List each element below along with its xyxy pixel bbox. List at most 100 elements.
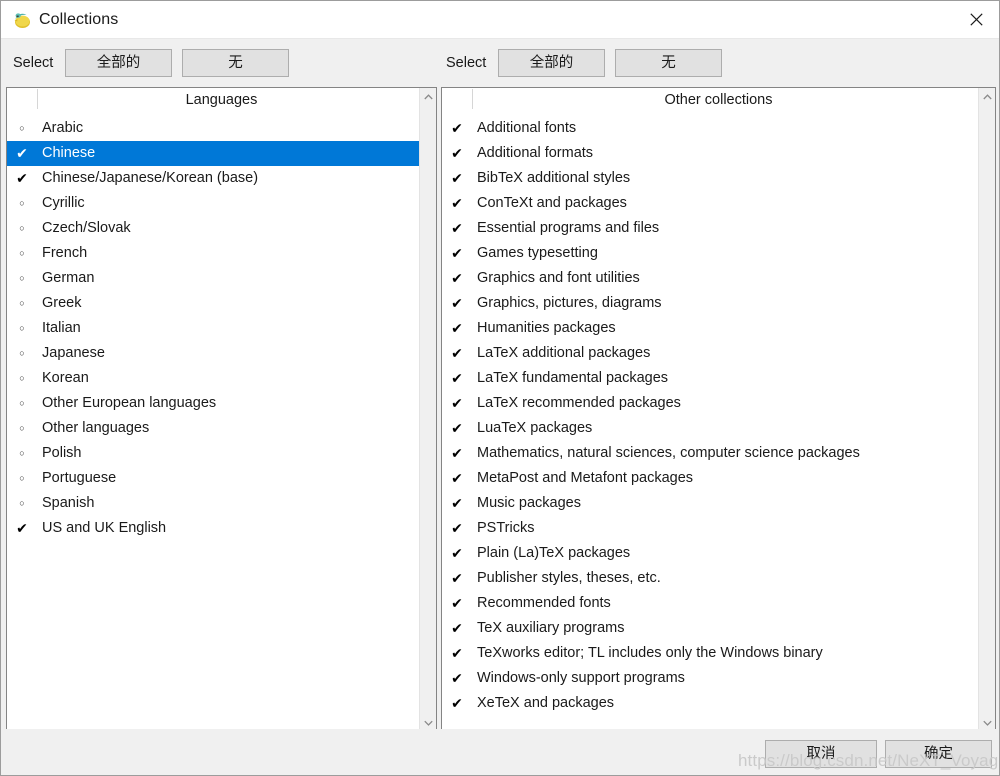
checked-icon[interactable]: ✔ [442, 441, 472, 466]
list-item[interactable]: ○ Korean [7, 366, 419, 391]
list-item[interactable]: ✔ Games typesetting [442, 241, 978, 266]
checked-icon[interactable]: ✔ [442, 141, 472, 166]
list-item[interactable]: ✔ LaTeX fundamental packages [442, 366, 978, 391]
unchecked-icon[interactable]: ○ [7, 416, 37, 441]
unchecked-icon[interactable]: ○ [7, 341, 37, 366]
list-item[interactable]: ✔ PSTricks [442, 516, 978, 541]
list-item[interactable]: ○ French [7, 241, 419, 266]
list-item-label: Arabic [42, 120, 84, 136]
ok-button[interactable]: 确定 [885, 740, 992, 768]
list-item[interactable]: ✔ Recommended fonts [442, 591, 978, 616]
list-item[interactable]: ○ Other languages [7, 416, 419, 441]
list-item[interactable]: ○ German [7, 266, 419, 291]
unchecked-icon[interactable]: ○ [7, 441, 37, 466]
list-item[interactable]: ✔ Windows-only support programs [442, 666, 978, 691]
list-item[interactable]: ✔ Essential programs and files [442, 216, 978, 241]
other-collections-scroll-track[interactable] [979, 105, 995, 714]
other-collections-list-body[interactable]: ✔ Additional fonts ✔ Additional formats ✔ Bib… [442, 116, 978, 731]
scroll-up-icon[interactable] [979, 88, 995, 105]
close-icon[interactable] [953, 1, 999, 38]
list-item[interactable]: ○ Cyrillic [7, 191, 419, 216]
checked-icon[interactable]: ✔ [442, 391, 472, 416]
checked-icon[interactable]: ✔ [442, 166, 472, 191]
unchecked-icon[interactable]: ○ [7, 366, 37, 391]
list-item[interactable]: ✔ US and UK English [7, 516, 419, 541]
checked-icon[interactable]: ✔ [442, 591, 472, 616]
list-item[interactable]: ○ Portuguese [7, 466, 419, 491]
list-item[interactable]: ✔ LuaTeX packages [442, 416, 978, 441]
checked-icon[interactable]: ✔ [442, 466, 472, 491]
languages-scroll-track[interactable] [420, 105, 436, 714]
checked-icon[interactable]: ✔ [442, 516, 472, 541]
list-item[interactable]: ✔ Graphics, pictures, diagrams [442, 291, 978, 316]
list-item[interactable]: ○ Polish [7, 441, 419, 466]
list-item[interactable]: ✔ ConTeXt and packages [442, 191, 978, 216]
list-item[interactable]: ○ Japanese [7, 341, 419, 366]
checked-icon[interactable]: ✔ [7, 141, 37, 166]
list-item[interactable]: ✔ Music packages [442, 491, 978, 516]
unchecked-icon[interactable]: ○ [7, 191, 37, 216]
checked-icon[interactable]: ✔ [442, 191, 472, 216]
unchecked-icon[interactable]: ○ [7, 216, 37, 241]
list-item[interactable]: ✔ LaTeX additional packages [442, 341, 978, 366]
list-item[interactable]: ✔ LaTeX recommended packages [442, 391, 978, 416]
checked-icon[interactable]: ✔ [442, 541, 472, 566]
list-item[interactable]: ✔ Additional fonts [442, 116, 978, 141]
unchecked-icon[interactable]: ○ [7, 391, 37, 416]
list-item[interactable]: ✔ Mathematics, natural sciences, computer… [442, 441, 978, 466]
checked-icon[interactable]: ✔ [442, 216, 472, 241]
unchecked-icon[interactable]: ○ [7, 316, 37, 341]
checked-icon[interactable]: ✔ [442, 416, 472, 441]
checked-icon[interactable]: ✔ [7, 166, 37, 191]
checked-icon[interactable]: ✔ [442, 491, 472, 516]
languages-scrollbar[interactable] [419, 88, 436, 731]
list-item[interactable]: ✔ Humanities packages [442, 316, 978, 341]
unchecked-icon[interactable]: ○ [7, 491, 37, 516]
list-item[interactable]: ✔ Chinese/Japanese/Korean (base) [7, 166, 419, 191]
checked-icon[interactable]: ✔ [442, 641, 472, 666]
checked-icon[interactable]: ✔ [442, 616, 472, 641]
unchecked-icon[interactable]: ○ [7, 116, 37, 141]
cancel-button[interactable]: 取消 [765, 740, 877, 768]
list-item[interactable]: ✔ Graphics and font utilities [442, 266, 978, 291]
list-item[interactable]: ✔ Chinese [7, 141, 419, 166]
list-item[interactable]: ✔ TeXworks editor; TL includes only the W… [442, 641, 978, 666]
checked-icon[interactable]: ✔ [442, 116, 472, 141]
select-none-collections-button[interactable]: 无 [615, 49, 722, 77]
list-item-label: Mathematics, natural sciences, computer … [477, 445, 860, 461]
unchecked-icon[interactable]: ○ [7, 466, 37, 491]
checked-icon[interactable]: ✔ [7, 516, 37, 541]
checked-icon[interactable]: ✔ [442, 666, 472, 691]
list-item[interactable]: ✔ Plain (La)TeX packages [442, 541, 978, 566]
list-item[interactable]: ✔ BibTeX additional styles [442, 166, 978, 191]
list-item[interactable]: ✔ MetaPost and Metafont packages [442, 466, 978, 491]
unchecked-icon[interactable]: ○ [7, 291, 37, 316]
list-item[interactable]: ○ Arabic [7, 116, 419, 141]
list-item[interactable]: ✔ Publisher styles, theses, etc. [442, 566, 978, 591]
list-item[interactable]: ✔ Additional formats [442, 141, 978, 166]
checked-icon[interactable]: ✔ [442, 366, 472, 391]
list-item[interactable]: ○ Spanish [7, 491, 419, 516]
select-all-collections-button[interactable]: 全部的 [498, 49, 605, 77]
select-all-languages-button[interactable]: 全部的 [65, 49, 172, 77]
list-item[interactable]: ○ Italian [7, 316, 419, 341]
select-none-languages-button[interactable]: 无 [182, 49, 289, 77]
unchecked-icon[interactable]: ○ [7, 266, 37, 291]
checked-icon[interactable]: ✔ [442, 266, 472, 291]
scroll-up-icon[interactable] [420, 88, 436, 105]
list-item[interactable]: ○ Other European languages [7, 391, 419, 416]
other-collections-scrollbar[interactable] [978, 88, 995, 731]
checked-icon[interactable]: ✔ [442, 316, 472, 341]
list-item[interactable]: ○ Czech/Slovak [7, 216, 419, 241]
languages-list-body[interactable]: ○ Arabic ✔ Chinese ✔ Chinese/Japanese/Korean … [7, 116, 419, 731]
checked-icon[interactable]: ✔ [442, 566, 472, 591]
checked-icon[interactable]: ✔ [442, 341, 472, 366]
checked-icon[interactable]: ✔ [442, 241, 472, 266]
list-item[interactable]: ✔ TeX auxiliary programs [442, 616, 978, 641]
checked-icon[interactable]: ✔ [442, 291, 472, 316]
checked-icon[interactable]: ✔ [442, 691, 472, 716]
list-item[interactable]: ○ Greek [7, 291, 419, 316]
title-bar: Collections [1, 1, 999, 39]
unchecked-icon[interactable]: ○ [7, 241, 37, 266]
list-item[interactable]: ✔ XeTeX and packages [442, 691, 978, 716]
